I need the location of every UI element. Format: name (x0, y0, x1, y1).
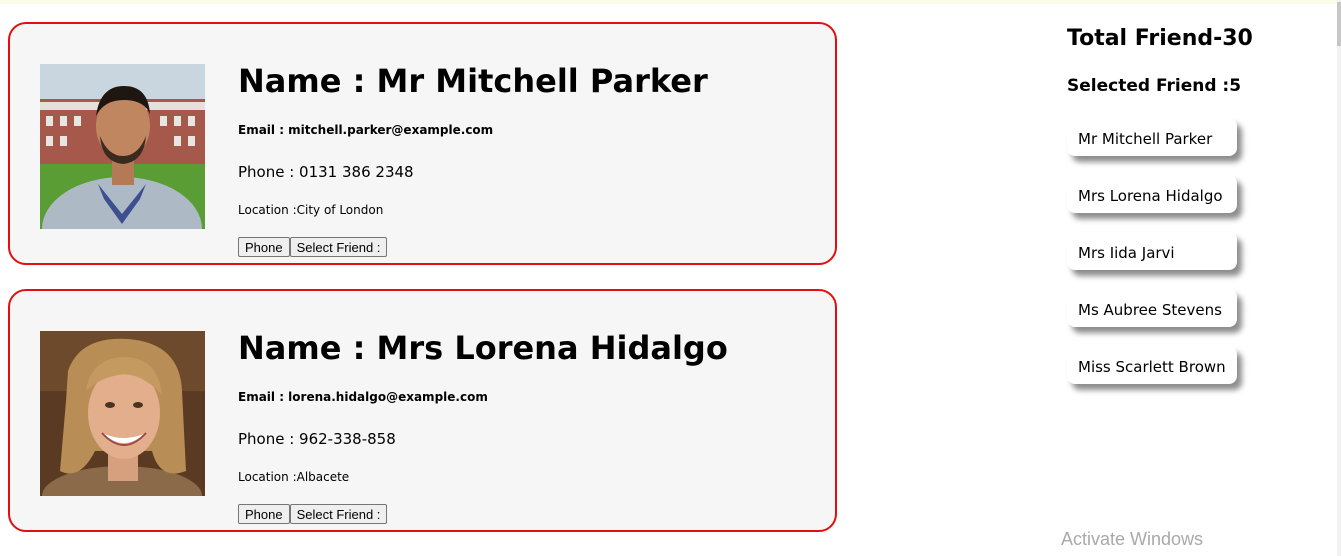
friend-phone: Phone : 962-338-858 (238, 430, 396, 448)
selected-friend-item: Mr Mitchell Parker (1067, 118, 1237, 156)
selected-friend-item: Mrs Lorena Hidalgo (1067, 175, 1237, 213)
select-friend-button[interactable]: Select Friend : (289, 504, 388, 524)
total-friend-count: Total Friend-30 (1067, 26, 1253, 51)
scrollbar-thumb[interactable] (1337, 2, 1341, 46)
friend-location: Location :Albacete (238, 470, 350, 484)
selected-friend-count: Selected Friend :5 (1067, 76, 1242, 96)
friend-photo (40, 64, 205, 229)
friend-location: Location :City of London (238, 203, 384, 217)
selected-friend-item: Miss Scarlett Brown (1067, 346, 1237, 384)
friend-name: Name : Mrs Lorena Hidalgo (238, 329, 728, 367)
activate-windows-watermark: Activate Windows (1061, 529, 1204, 549)
phone-button[interactable]: Phone (238, 504, 290, 524)
friend-phone: Phone : 0131 386 2348 (238, 163, 414, 181)
friend-name: Name : Mr Mitchell Parker (238, 62, 708, 100)
vertical-scrollbar[interactable] (1337, 0, 1341, 556)
select-friend-button[interactable]: Select Friend : (289, 237, 388, 257)
top-strip (0, 0, 1341, 4)
selected-friend-item: Mrs Iida Jarvi (1067, 232, 1237, 270)
friend-email: Email : lorena.hidalgo@example.com (238, 390, 488, 404)
phone-button[interactable]: Phone (238, 237, 290, 257)
selected-friend-item: Ms Aubree Stevens (1067, 289, 1237, 327)
friend-card: Name : Mr Mitchell Parker Email : mitche… (8, 22, 837, 265)
friend-card: Name : Mrs Lorena Hidalgo Email : lorena… (8, 289, 837, 532)
friend-photo (40, 331, 205, 496)
friend-email: Email : mitchell.parker@example.com (238, 123, 494, 137)
